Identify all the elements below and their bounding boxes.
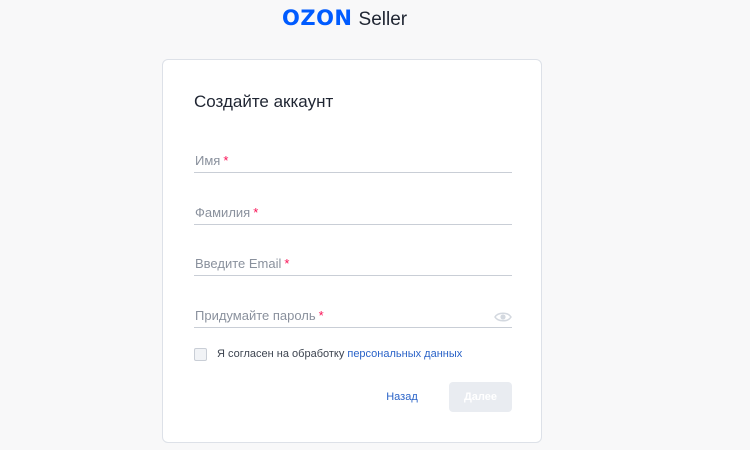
password-label: Придумайте пароль *: [195, 308, 324, 323]
form-title: Создайте аккаунт: [194, 92, 334, 111]
first-name-field[interactable]: Имя *: [194, 150, 512, 173]
ozon-seller-logo[interactable]: OZON Seller: [282, 6, 407, 31]
next-button[interactable]: Далее: [449, 382, 512, 412]
required-mark: *: [318, 308, 324, 323]
seller-logo-text: Seller: [358, 9, 408, 30]
ozon-logo-text: OZON: [282, 6, 353, 30]
password-field[interactable]: Придумайте пароль *: [194, 305, 512, 328]
consent-checkbox[interactable]: [194, 347, 207, 361]
last-name-label: Фамилия *: [195, 205, 259, 220]
consent-row: Я согласен на обработку персональных дан…: [194, 347, 462, 361]
signup-card: Создайте аккаунт Имя * Фамилия * Введите E…: [162, 59, 542, 443]
eye-icon[interactable]: [494, 310, 512, 324]
header: OZON Seller: [0, 0, 750, 40]
required-mark: *: [223, 153, 229, 168]
email-field[interactable]: Введите Email *: [194, 253, 512, 276]
back-button[interactable]: Назад: [373, 382, 431, 412]
consent-text: Я согласен на обработку: [217, 348, 345, 360]
last-name-field[interactable]: Фамилия *: [194, 202, 512, 225]
personal-data-link[interactable]: персональных данных: [347, 348, 462, 360]
email-label: Введите Email *: [195, 256, 290, 271]
required-mark: *: [284, 256, 290, 271]
required-mark: *: [253, 205, 259, 220]
first-name-label: Имя *: [195, 153, 229, 168]
